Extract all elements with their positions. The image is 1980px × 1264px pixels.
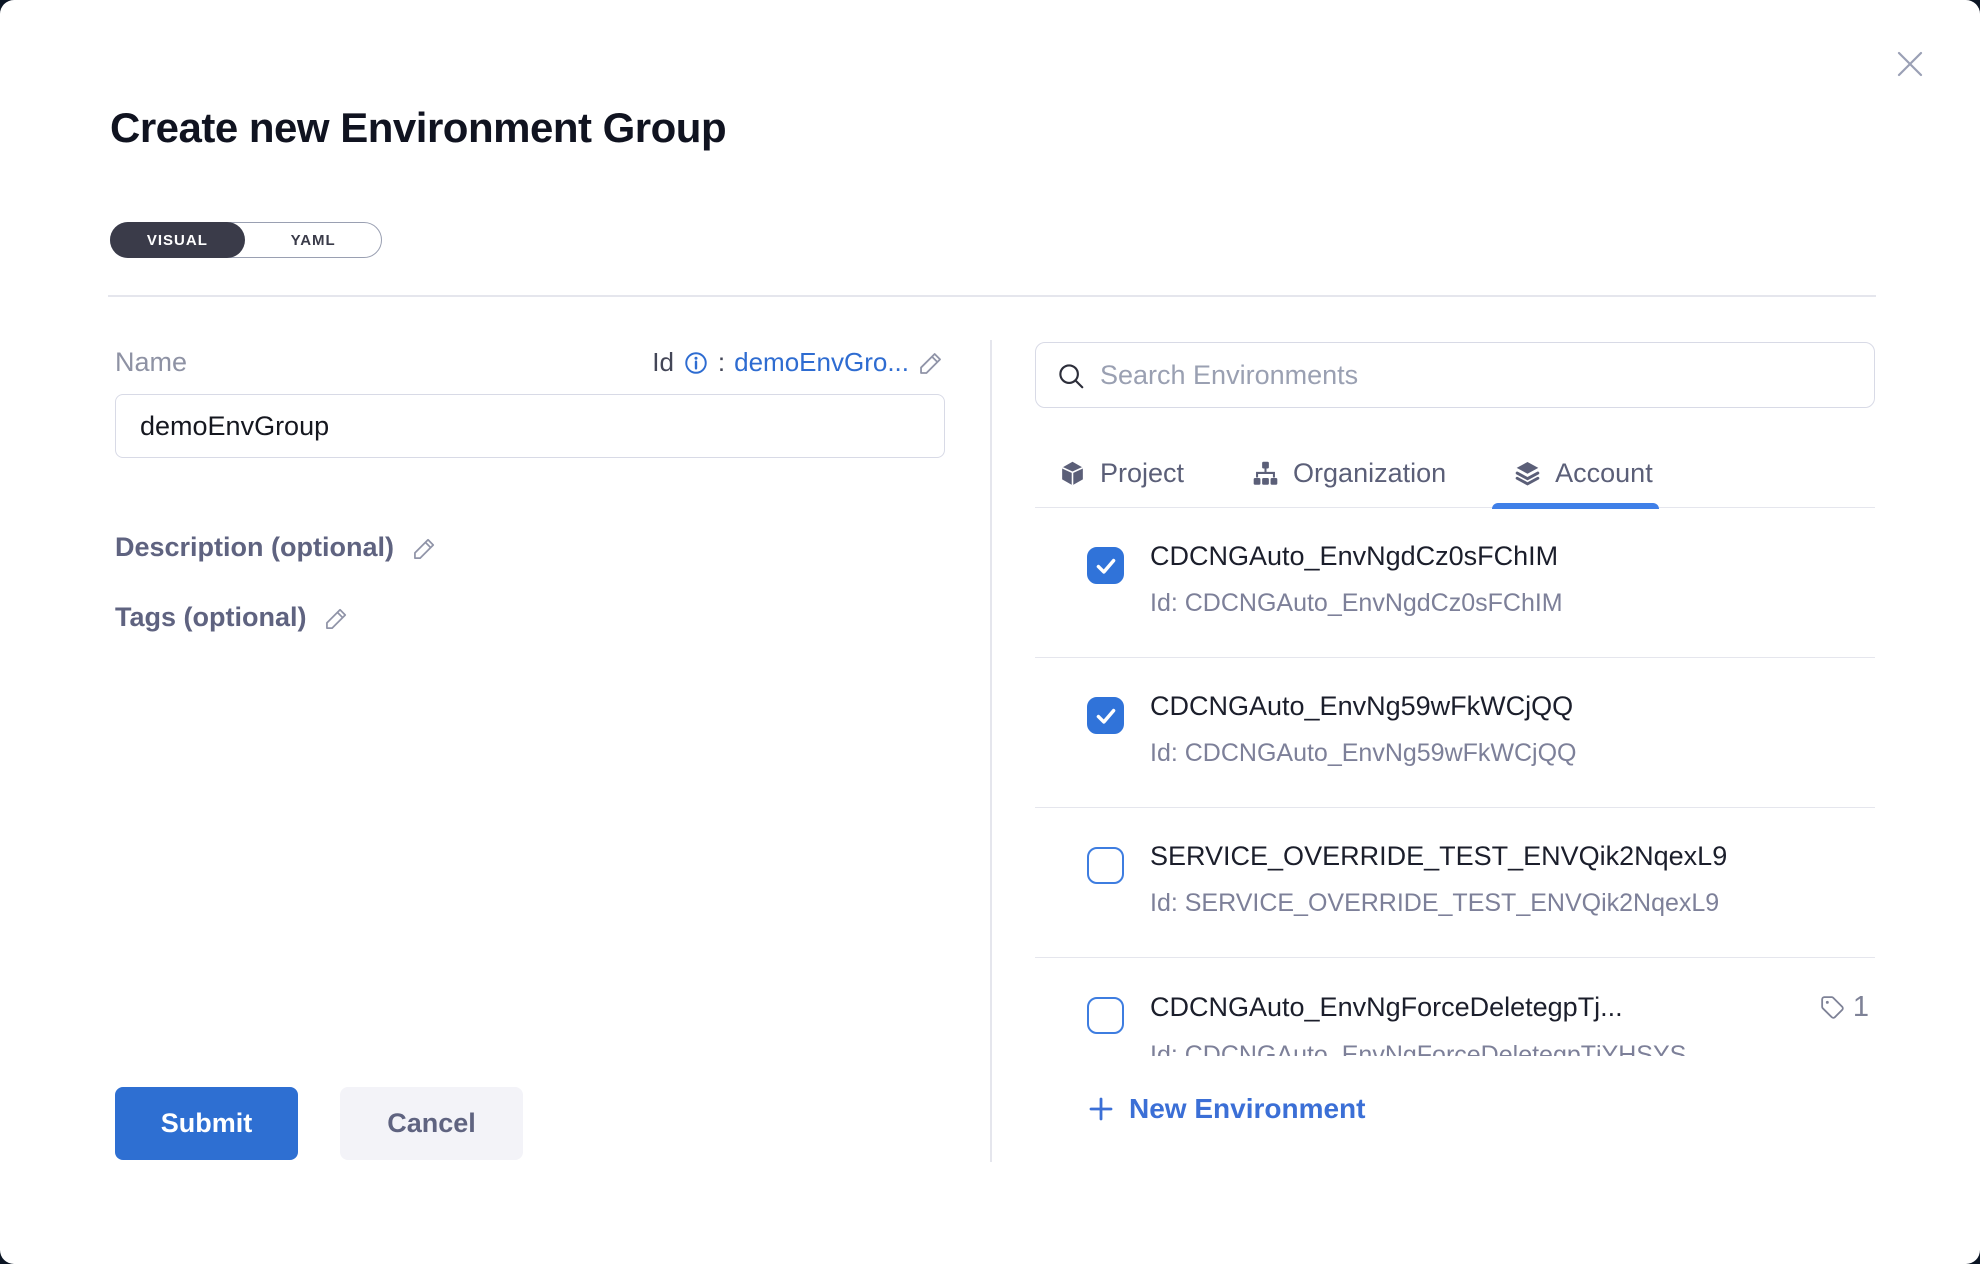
environment-checkbox[interactable] — [1087, 997, 1124, 1034]
environment-checkbox[interactable] — [1087, 697, 1124, 734]
new-environment-button[interactable]: New Environment — [1035, 1093, 1365, 1125]
close-icon — [1892, 46, 1928, 82]
cube-icon — [1059, 460, 1086, 487]
search-input[interactable] — [1036, 343, 1874, 407]
panel-divider — [990, 340, 992, 1162]
tab-label: Account — [1555, 458, 1653, 489]
pencil-icon — [324, 605, 350, 631]
environment-row: CDCNGAuto_EnvNg59wFkWCjQQ Id: CDCNGAuto_… — [1035, 658, 1875, 808]
environment-name: CDCNGAuto_EnvNgForceDeletegpTj... — [1150, 992, 1623, 1023]
environment-row: SERVICE_OVERRIDE_TEST_ENVQik2NqexL9 Id: … — [1035, 808, 1875, 958]
environment-row: CDCNGAuto_EnvNgdCz0sFChIM Id: CDCNGAuto_… — [1035, 508, 1875, 658]
pencil-icon — [412, 535, 438, 561]
org-chart-icon — [1252, 460, 1279, 487]
header-divider — [108, 295, 1876, 297]
environment-title-row: CDCNGAuto_EnvNgdCz0sFChIM — [1150, 541, 1869, 572]
search-icon — [1056, 361, 1086, 391]
environment-title-row: CDCNGAuto_EnvNgForceDeletegpTj... 1 — [1150, 991, 1869, 1024]
environment-list: CDCNGAuto_EnvNgdCz0sFChIM Id: CDCNGAuto_… — [1035, 508, 1875, 1056]
environment-checkbox[interactable] — [1087, 547, 1124, 584]
tag-icon — [1819, 994, 1846, 1021]
tab-label: Organization — [1293, 458, 1446, 489]
environment-title-row: CDCNGAuto_EnvNg59wFkWCjQQ — [1150, 691, 1869, 722]
edit-id-button[interactable] — [918, 349, 945, 376]
new-environment-label: New Environment — [1129, 1093, 1365, 1125]
id-label: Id — [652, 347, 674, 378]
checkbox-column — [1035, 841, 1150, 957]
environment-title-row: SERVICE_OVERRIDE_TEST_ENVQik2NqexL9 — [1150, 841, 1869, 872]
tags-label: Tags (optional) — [115, 602, 306, 633]
description-label: Description (optional) — [115, 532, 394, 563]
cancel-button[interactable]: Cancel — [340, 1087, 523, 1160]
plus-icon — [1087, 1095, 1115, 1123]
close-button[interactable] — [1888, 42, 1932, 86]
environment-tag-badge: 1 — [1807, 991, 1869, 1024]
tags-row: Tags (optional) — [115, 602, 350, 633]
environment-id: Id: SERVICE_OVERRIDE_TEST_ENVQik2NqexL9 — [1150, 889, 1869, 918]
tab-organization[interactable]: Organization — [1252, 440, 1446, 507]
tab-project[interactable]: Project — [1059, 440, 1184, 507]
environment-id: Id: CDCNGAuto_EnvNg59wFkWCjQQ — [1150, 739, 1869, 768]
tab-account[interactable]: Account — [1514, 440, 1653, 507]
environment-content: SERVICE_OVERRIDE_TEST_ENVQik2NqexL9 Id: … — [1150, 841, 1875, 957]
check-icon — [1093, 703, 1119, 729]
create-environment-group-dialog: Create new Environment Group VISUAL YAML… — [0, 0, 1980, 1264]
environment-tag-count: 1 — [1853, 991, 1869, 1024]
identifier-group: Id : demoEnvGro... — [652, 347, 945, 378]
environment-name: CDCNGAuto_EnvNgdCz0sFChIM — [1150, 541, 1558, 572]
pencil-icon — [918, 349, 945, 376]
page-title: Create new Environment Group — [110, 104, 726, 152]
submit-button[interactable]: Submit — [115, 1087, 298, 1160]
checkbox-column — [1035, 691, 1150, 807]
environment-content: CDCNGAuto_EnvNgForceDeletegpTj... 1 Id: … — [1150, 991, 1875, 1056]
scope-tabs: Project Organization Account — [1035, 440, 1875, 508]
environment-content: CDCNGAuto_EnvNg59wFkWCjQQ Id: CDCNGAuto_… — [1150, 691, 1875, 807]
environment-content: CDCNGAuto_EnvNgdCz0sFChIM Id: CDCNGAuto_… — [1150, 541, 1875, 657]
toggle-yaml[interactable]: YAML — [245, 222, 381, 258]
id-colon: : — [718, 347, 725, 378]
check-icon — [1093, 553, 1119, 579]
edit-tags-button[interactable] — [324, 605, 350, 631]
toggle-visual[interactable]: VISUAL — [110, 222, 246, 258]
name-input[interactable] — [115, 394, 945, 458]
name-id-row: Name Id : demoEnvGro... — [115, 347, 945, 378]
layers-icon — [1514, 460, 1541, 487]
info-icon[interactable] — [683, 350, 709, 376]
visual-yaml-toggle: VISUAL YAML — [110, 222, 382, 258]
name-label: Name — [115, 347, 187, 378]
environment-id: Id: CDCNGAuto_EnvNgForceDeletegpTjYHSYS — [1150, 1041, 1869, 1056]
checkbox-column — [1035, 991, 1150, 1056]
id-value: demoEnvGro... — [734, 347, 909, 378]
checkbox-column — [1035, 541, 1150, 657]
environment-id: Id: CDCNGAuto_EnvNgdCz0sFChIM — [1150, 589, 1869, 618]
description-row: Description (optional) — [115, 532, 438, 563]
environment-name: SERVICE_OVERRIDE_TEST_ENVQik2NqexL9 — [1150, 841, 1727, 872]
tab-label: Project — [1100, 458, 1184, 489]
environment-checkbox[interactable] — [1087, 847, 1124, 884]
environment-name: CDCNGAuto_EnvNg59wFkWCjQQ — [1150, 691, 1573, 722]
environment-select-panel: Project Organization Account — [1035, 342, 1875, 1128]
search-box — [1035, 342, 1875, 408]
environment-row: CDCNGAuto_EnvNgForceDeletegpTj... 1 Id: … — [1035, 958, 1875, 1056]
edit-description-button[interactable] — [412, 535, 438, 561]
